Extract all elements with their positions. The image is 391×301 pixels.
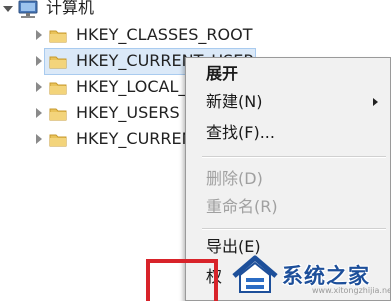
expand-arrow-icon[interactable] xyxy=(36,82,42,92)
menu-item-new[interactable]: 新建(N) xyxy=(186,91,390,113)
house-logo-icon xyxy=(232,255,278,293)
folder-icon xyxy=(49,30,67,43)
collapse-arrow-icon[interactable] xyxy=(3,6,13,12)
watermark: 系统之家 www.xitongzhijia.net xyxy=(228,252,391,301)
computer-icon xyxy=(18,0,38,18)
menu-item-find[interactable]: 查找(F)... xyxy=(206,122,275,144)
folder-icon xyxy=(49,56,67,69)
watermark-url: www.xitongzhijia.net xyxy=(312,286,391,295)
submenu-arrow-icon xyxy=(373,98,378,106)
tree-root-label: 计算机 xyxy=(46,0,95,17)
tree-item-label: HKEY_CLASSES_ROOT xyxy=(76,25,253,44)
expand-arrow-icon[interactable] xyxy=(36,108,42,118)
menu-item-label: 新建(N) xyxy=(206,92,263,111)
menu-item-delete: 删除(D) xyxy=(206,169,263,188)
annotation-highlight-box xyxy=(146,259,218,301)
menu-separator xyxy=(202,156,386,158)
folder-icon xyxy=(49,82,67,95)
expand-arrow-icon[interactable] xyxy=(36,30,42,40)
folder-icon xyxy=(49,134,67,147)
expand-arrow-icon[interactable] xyxy=(36,56,42,66)
menu-item-expand[interactable]: 展开 xyxy=(206,63,238,85)
menu-item-rename: 重命名(R) xyxy=(206,197,278,216)
folder-icon xyxy=(49,108,67,121)
menu-separator xyxy=(202,228,386,230)
tree-item-label: HKEY_USERS xyxy=(76,103,180,122)
expand-arrow-icon[interactable] xyxy=(36,134,42,144)
